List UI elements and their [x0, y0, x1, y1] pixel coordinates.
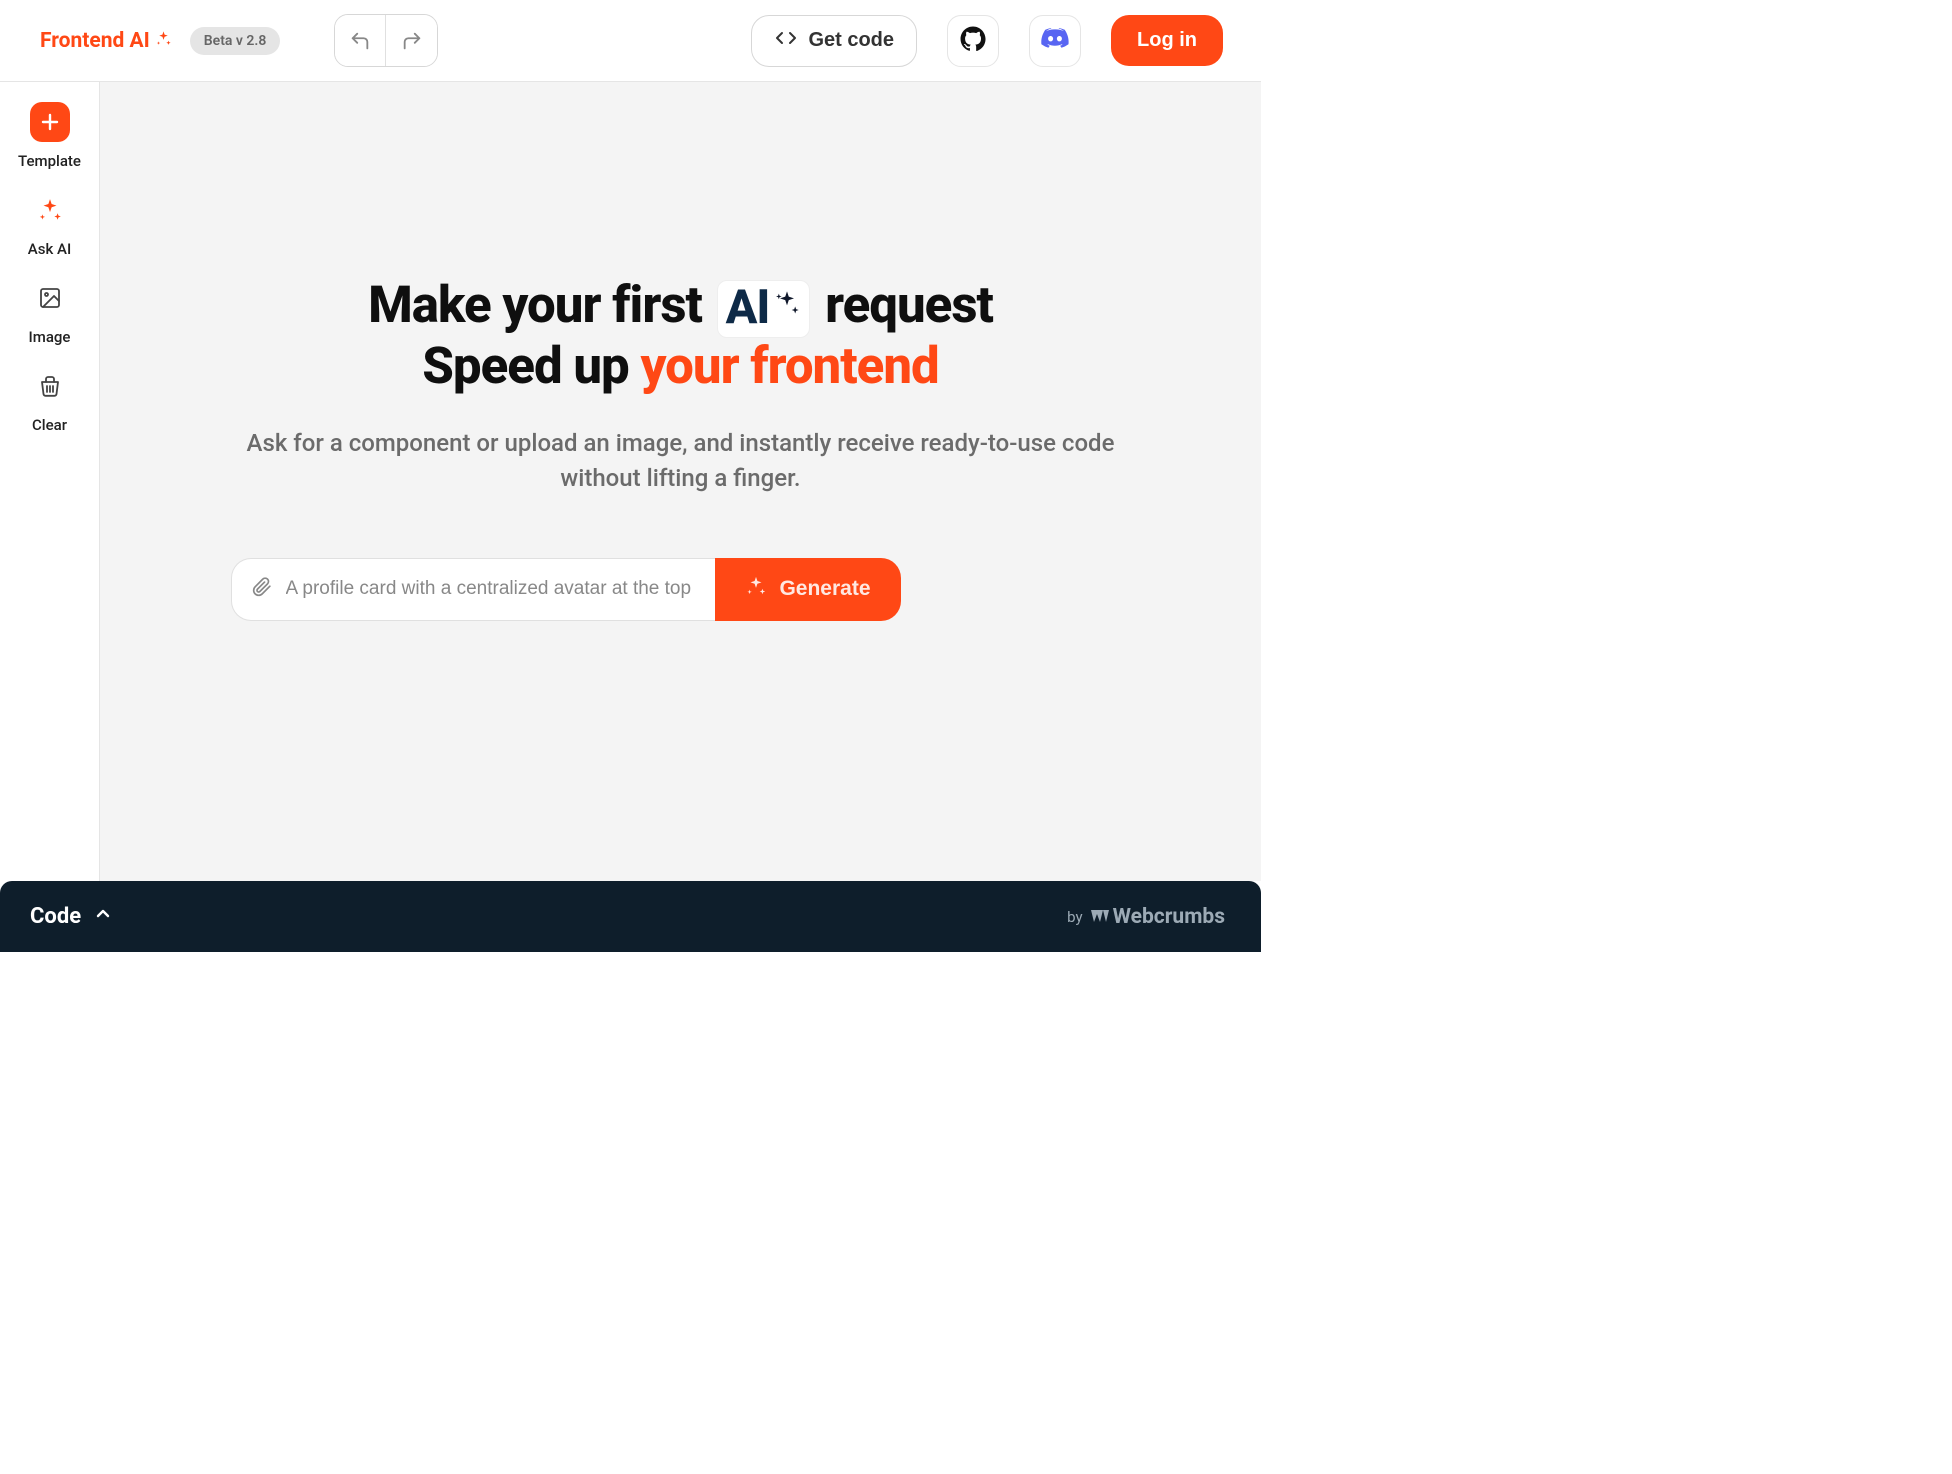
- get-code-button[interactable]: Get code: [751, 15, 917, 67]
- github-icon: [960, 26, 986, 56]
- prompt-input-wrap: [231, 558, 716, 621]
- hero-title-line1-pre: Make your first: [368, 276, 714, 335]
- webcrumbs-brand: Webcrumbs: [1089, 905, 1225, 929]
- sidebar-item-label: Image: [29, 328, 71, 346]
- by-prefix: by: [1067, 908, 1082, 926]
- sidebar-item-clear[interactable]: Clear: [0, 366, 99, 434]
- image-icon: [30, 278, 70, 318]
- hero-title-line2-accent: your frontend: [640, 337, 938, 396]
- plus-icon: [30, 102, 70, 142]
- logo-text: Frontend AI: [40, 29, 150, 53]
- hero-title-line2-pre: Speed up: [422, 337, 640, 396]
- code-icon: [774, 29, 798, 53]
- prompt-row: Generate: [231, 558, 901, 621]
- sidebar-item-template[interactable]: Template: [0, 102, 99, 170]
- brand-text: Webcrumbs: [1113, 905, 1225, 929]
- ai-chip: AI: [717, 280, 811, 338]
- sparkle-icon: [773, 289, 801, 326]
- sidebar-item-image[interactable]: Image: [0, 278, 99, 346]
- beta-badge: Beta v 2.8: [190, 27, 281, 55]
- github-button[interactable]: [947, 15, 999, 67]
- sidebar-item-label: Ask AI: [28, 240, 71, 258]
- undo-button[interactable]: [335, 15, 386, 66]
- main-canvas: Make your first AI request Speed up your…: [99, 82, 1261, 881]
- prompt-input[interactable]: [286, 578, 696, 600]
- logo[interactable]: Frontend AI: [40, 29, 172, 53]
- hero-subtitle: Ask for a component or upload an image, …: [231, 426, 1131, 496]
- sparkle-icon: [155, 30, 172, 52]
- code-panel-toggle[interactable]: Code: [30, 904, 111, 929]
- get-code-label: Get code: [808, 29, 894, 52]
- chevron-up-icon: [95, 906, 111, 927]
- ai-chip-text: AI: [726, 281, 770, 335]
- sidebar: Template Ask AI Image Clear: [0, 82, 99, 881]
- sidebar-item-ask-ai[interactable]: Ask AI: [0, 190, 99, 258]
- discord-button[interactable]: [1029, 15, 1081, 67]
- history-buttons: [334, 14, 438, 67]
- sparkle-icon: [30, 190, 70, 230]
- code-label: Code: [30, 904, 81, 929]
- footer-attribution[interactable]: by Webcrumbs: [1067, 905, 1225, 929]
- paperclip-icon[interactable]: [252, 577, 272, 601]
- app-header: Frontend AI Beta v 2.8 Get code Log i: [0, 0, 1261, 82]
- generate-label: Generate: [779, 577, 870, 601]
- footer-bar: Code by Webcrumbs: [0, 881, 1261, 952]
- sparkle-icon: [745, 575, 767, 603]
- login-label: Log in: [1137, 29, 1197, 51]
- hero-title-line1-post: request: [813, 276, 993, 335]
- clear-icon: [30, 366, 70, 406]
- login-button[interactable]: Log in: [1111, 15, 1223, 66]
- hero-title: Make your first AI request Speed up your…: [231, 277, 1131, 396]
- sidebar-item-label: Template: [18, 152, 81, 170]
- sidebar-item-label: Clear: [32, 416, 67, 434]
- discord-icon: [1041, 28, 1069, 54]
- generate-button[interactable]: Generate: [715, 558, 900, 621]
- redo-button[interactable]: [386, 15, 437, 66]
